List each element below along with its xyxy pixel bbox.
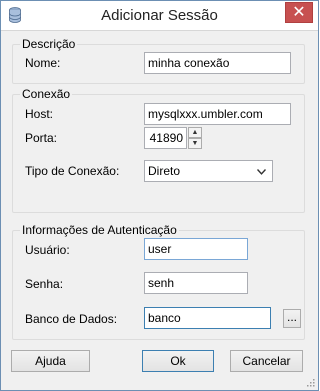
help-button[interactable]: Ajuda [11,350,90,372]
name-label: Nome: [25,56,61,70]
user-input[interactable]: user [144,238,248,260]
add-session-dialog: Adicionar Sessão ✕ Descrição Nome: minha… [0,0,319,391]
auth-group-label: Informações de Autenticação [20,223,179,237]
resize-grip-icon[interactable] [305,377,315,387]
database-label: Banco de Dados: [25,312,118,326]
spin-up-icon: ▲ [191,129,199,136]
window-title: Adicionar Sessão [101,7,218,24]
connection-type-value: Direto [148,164,181,178]
name-input[interactable]: minha conexão [144,52,291,74]
database-input[interactable]: banco [144,307,271,329]
port-spin-up[interactable]: ▲ [188,127,202,138]
close-button[interactable]: ✕ [285,2,313,23]
port-label: Porta: [25,131,58,145]
port-spin-down[interactable]: ▼ [188,138,202,149]
port-input[interactable]: 41890 [144,127,187,149]
host-label: Host: [25,107,54,121]
host-input[interactable]: mysqlxxx.umbler.com [144,103,291,125]
title-bar[interactable]: Adicionar Sessão ✕ [1,1,318,31]
connection-type-label: Tipo de Conexão: [25,164,120,178]
cancel-button[interactable]: Cancelar [230,350,303,372]
ok-button[interactable]: Ok [142,350,214,372]
browse-database-button[interactable]: ... [283,309,301,328]
chevron-down-icon [256,165,267,181]
password-input[interactable]: senh [144,272,248,294]
password-label: Senha: [25,277,64,291]
close-icon: ✕ [292,4,306,21]
spin-down-icon: ▼ [191,140,199,147]
connection-group-label: Conexão [20,87,73,101]
connection-type-select[interactable]: Direto [144,160,273,182]
description-group-label: Descrição [20,37,78,51]
user-label: Usuário: [25,243,70,257]
